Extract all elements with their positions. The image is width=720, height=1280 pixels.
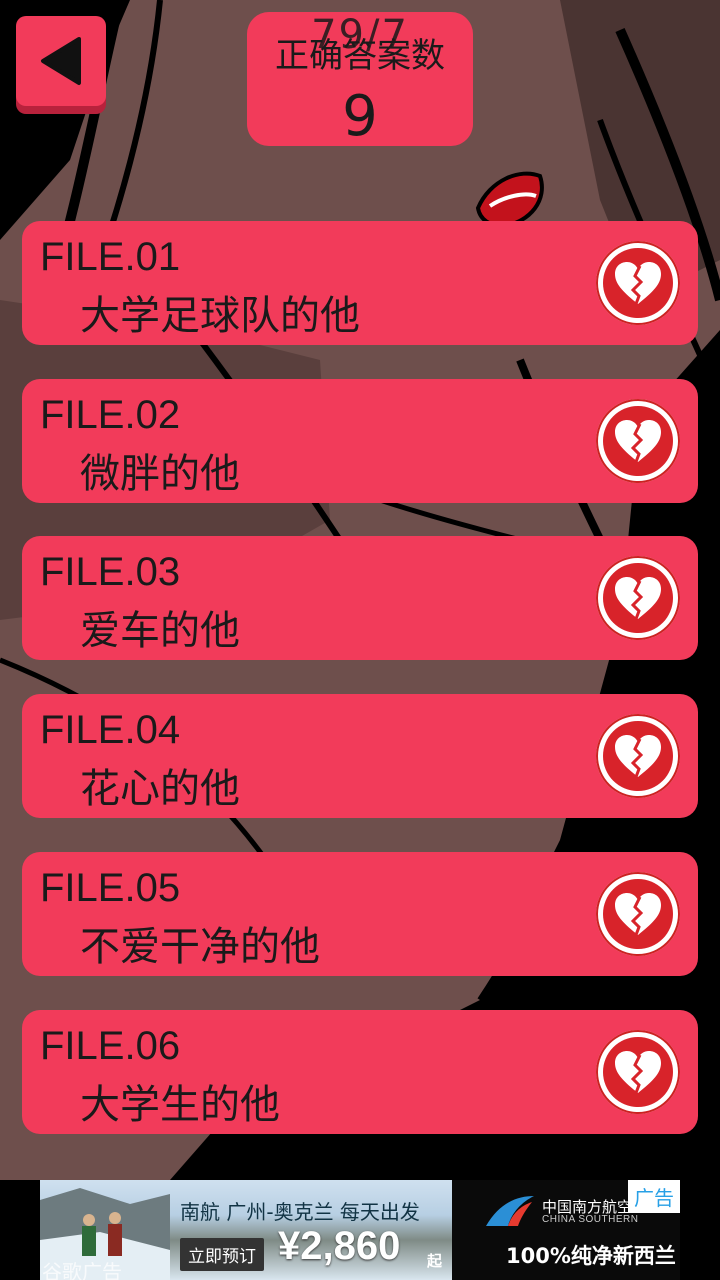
score-panel: 79/7 正确答案数 9 (247, 12, 473, 149)
airline-logo-icon (486, 1196, 534, 1226)
file-title: 不爱干净的他 (80, 924, 320, 970)
broken-heart-icon (596, 872, 680, 956)
file-number: FILE.05 (40, 866, 181, 910)
file-title: 大学生的他 (80, 1082, 280, 1128)
ad-brand-panel: 中国南方航空 CHINA SOUTHERN 100%纯净新西兰 广告 (452, 1180, 680, 1280)
triangle-left-icon (41, 37, 81, 85)
ad-tagline: 100%纯净新西兰 (506, 1244, 676, 1268)
file-number: FILE.02 (40, 393, 181, 437)
ad-watermark: 谷歌广告 (42, 1260, 122, 1280)
broken-heart-icon (596, 241, 680, 325)
file-card-04[interactable]: FILE.04 花心的他 (22, 694, 698, 818)
file-card-03[interactable]: FILE.03 爱车的他 (22, 536, 698, 660)
score-value: 9 (342, 84, 378, 149)
back-button[interactable] (16, 16, 106, 106)
file-title: 爱车的他 (80, 608, 240, 654)
file-card-05[interactable]: FILE.05 不爱干净的他 (22, 852, 698, 976)
file-title: 花心的他 (80, 766, 240, 812)
file-number: FILE.03 (40, 550, 181, 594)
file-number: FILE.06 (40, 1024, 181, 1068)
file-card-02[interactable]: FILE.02 微胖的他 (22, 379, 698, 503)
file-number: FILE.01 (40, 235, 181, 279)
file-title: 大学足球队的他 (80, 293, 360, 339)
airline-sub: CHINA SOUTHERN (542, 1214, 639, 1225)
score-label: 正确答案数 (275, 36, 445, 76)
broken-heart-icon (596, 399, 680, 483)
ad-price-suffix: 起 (427, 1252, 443, 1270)
file-card-06[interactable]: FILE.06 大学生的他 (22, 1010, 698, 1134)
ad-banner[interactable]: 南航 广州-奥克兰 每天出发 立即预订 ¥2,860 起 谷歌广告 中国南方航空… (40, 1180, 680, 1280)
ad-headline: 南航 广州-奥克兰 每天出发 (180, 1200, 420, 1224)
file-card-01[interactable]: FILE.01 大学足球队的他 (22, 221, 698, 345)
ad-image: 南航 广州-奥克兰 每天出发 立即预订 ¥2,860 起 谷歌广告 (40, 1180, 452, 1280)
file-number: FILE.04 (40, 708, 181, 752)
ad-price: ¥2,860 (278, 1224, 401, 1268)
file-title: 微胖的他 (80, 451, 240, 497)
ad-label-badge[interactable]: 广告 (628, 1180, 680, 1213)
broken-heart-icon (596, 556, 680, 640)
broken-heart-icon (596, 1030, 680, 1114)
ad-book-button[interactable]: 立即预订 (180, 1238, 264, 1271)
broken-heart-icon (596, 714, 680, 798)
